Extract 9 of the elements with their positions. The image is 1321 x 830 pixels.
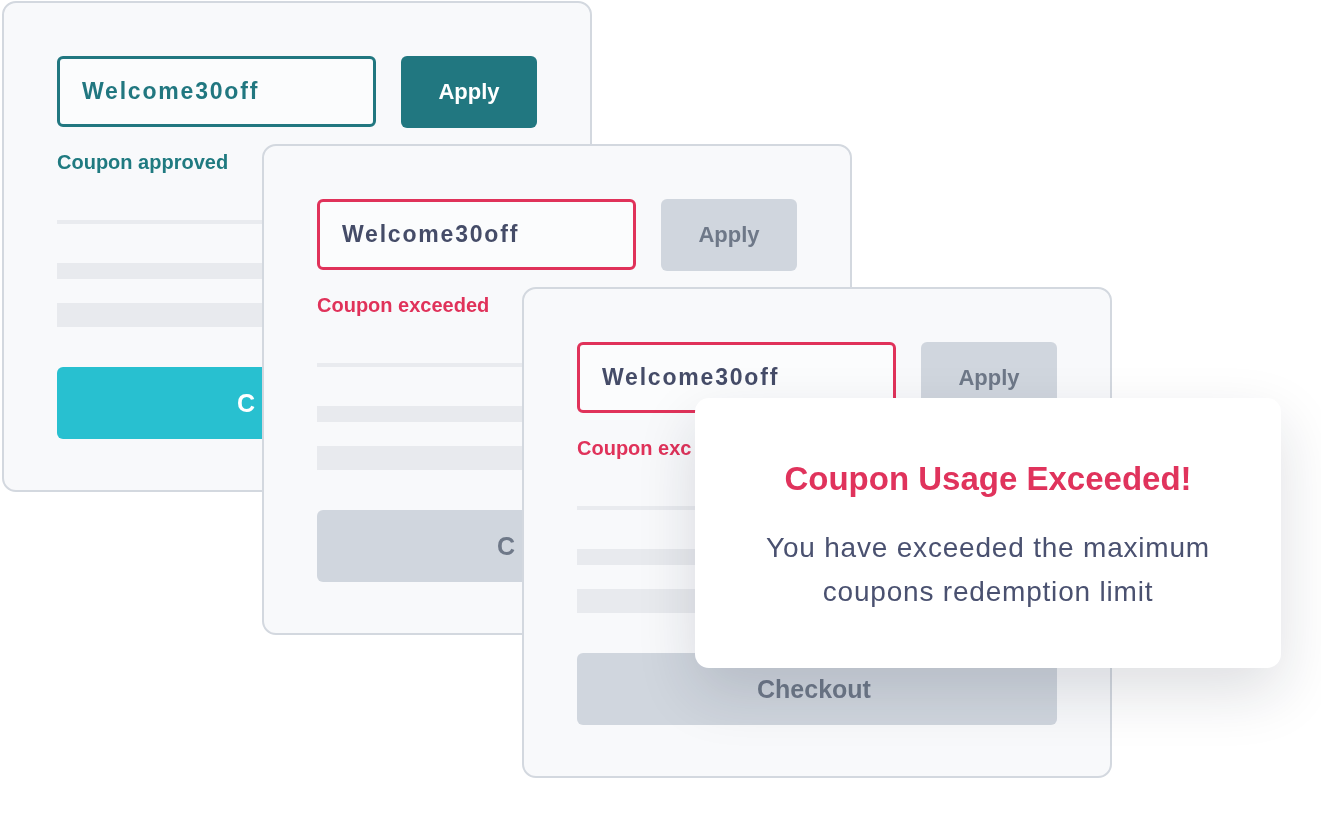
checkout-button[interactable]: C — [57, 367, 262, 439]
status-message: Coupon exc — [577, 436, 692, 460]
status-message: Coupon exceeded — [317, 293, 490, 317]
apply-button[interactable]: Apply — [401, 56, 537, 128]
coupon-field[interactable]: Welcome30off — [57, 56, 376, 127]
coupon-field[interactable]: Welcome30off — [317, 199, 636, 270]
status-message: Coupon approved — [57, 150, 229, 174]
dialog-message: You have exceeded the maximum coupons redemption limit — [765, 531, 1211, 609]
dialog-title: Coupon Usage Exceeded! — [784, 459, 1192, 499]
